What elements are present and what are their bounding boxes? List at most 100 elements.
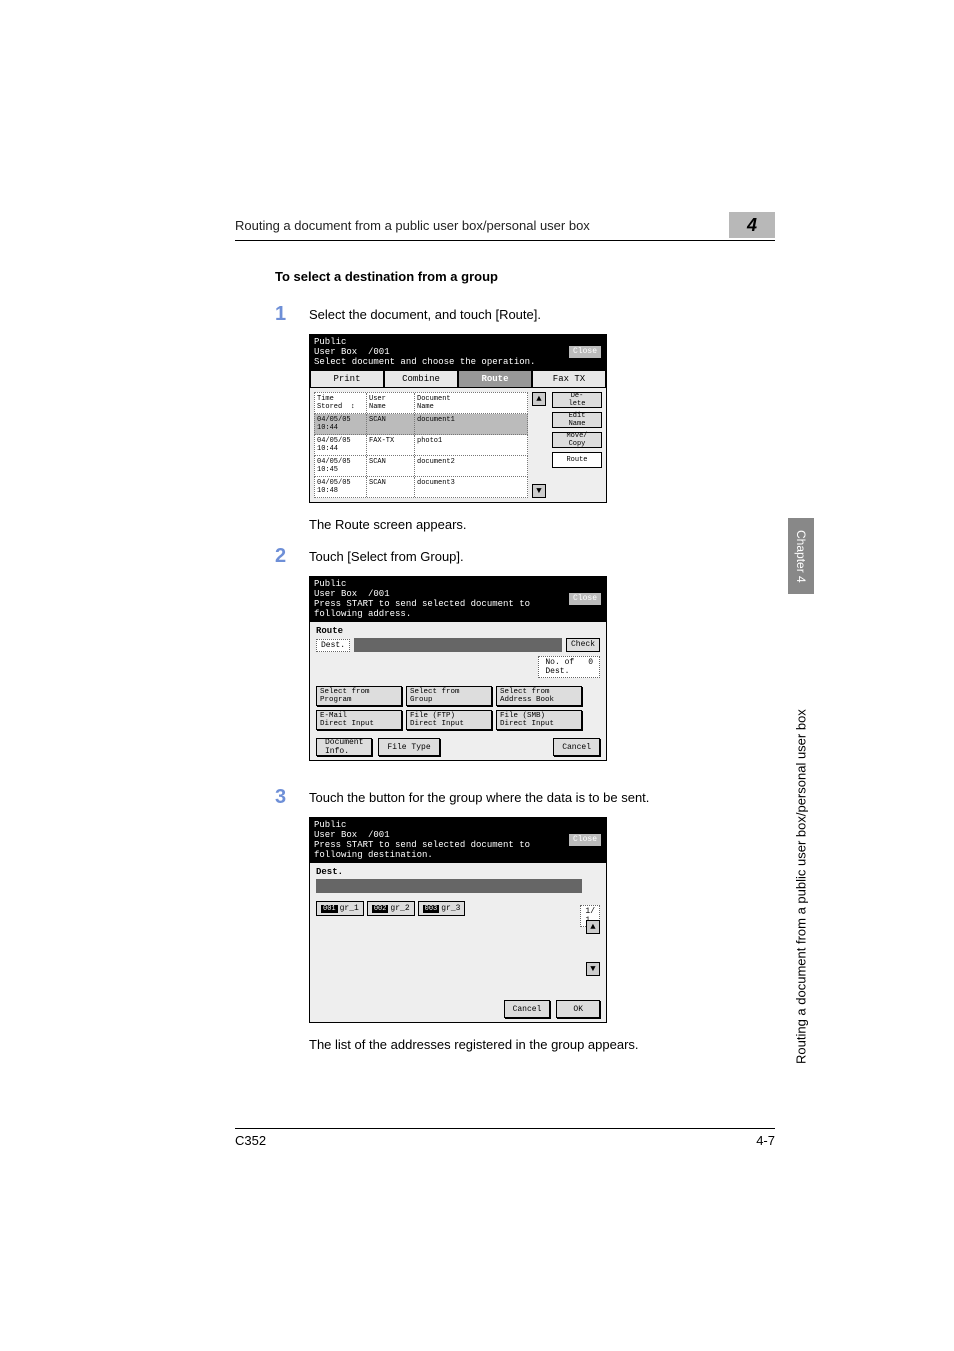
cell-doc: document1 (415, 414, 527, 434)
cell-user: SCAN (367, 414, 415, 434)
step-text: Touch [Select from Group]. (309, 546, 464, 566)
cancel-button[interactable]: Cancel (504, 1000, 551, 1018)
page-footer: C352 4-7 (235, 1128, 775, 1148)
dest-label: Dest. (316, 639, 350, 652)
screenshot-2: Public User Box /001 Press START to send… (309, 576, 607, 761)
screen2-titlebar: Public User Box /001 Press START to send… (310, 577, 606, 622)
screen2-body: Route Dest. Check No. of Dest. 0 Select … (310, 622, 606, 760)
step-1: 1 Select the document, and touch [Route]… (275, 304, 775, 324)
cell-user: FAX-TX (367, 435, 415, 455)
scroll-up-icon[interactable]: ▲ (532, 392, 546, 406)
col-user-name: User Name (367, 393, 415, 413)
cell-time: 04/05/05 10:44 (315, 414, 367, 434)
footer-page-number: 4-7 (756, 1133, 775, 1148)
screen1-subtitle: Select document and choose the operation… (314, 357, 535, 367)
delete-button[interactable]: De- lete (552, 392, 602, 408)
scroll-up-icon[interactable]: ▲ (586, 920, 600, 934)
select-from-group-button[interactable]: Select from Group (406, 686, 492, 706)
group-chip[interactable]: 003 gr_3 (418, 901, 466, 916)
screen2-title: Public User Box /001 (314, 579, 530, 599)
scrollbar[interactable]: ▲ ▼ (532, 392, 548, 498)
page-header: Routing a document from a public user bo… (235, 212, 775, 241)
close-button[interactable]: Close (568, 592, 602, 606)
step-number: 1 (275, 304, 309, 324)
screen2-subtitle: Press START to send selected document to… (314, 599, 530, 619)
cell-user: SCAN (367, 456, 415, 476)
ftp-direct-input-button[interactable]: File (FTP) Direct Input (406, 710, 492, 730)
table-row[interactable]: 04/05/05 10:44 SCAN document1 (314, 414, 528, 435)
group-label: gr_3 (441, 904, 460, 913)
select-from-address-book-button[interactable]: Select from Address Book (496, 686, 582, 706)
table-row[interactable]: 04/05/05 10:48 SCAN document3 (314, 477, 528, 498)
route-button[interactable]: Route (552, 452, 602, 468)
step-text: Select the document, and touch [Route]. (309, 304, 541, 324)
section-title: To select a destination from a group (275, 269, 775, 284)
ok-button[interactable]: OK (556, 1000, 600, 1018)
table-header: Time Stored ↕ User Name Document Name (314, 392, 528, 414)
select-from-program-button[interactable]: Select from Program (316, 686, 402, 706)
side-section-label: Routing a document from a public user bo… (788, 600, 814, 1070)
group-chip[interactable]: 002 gr_2 (367, 901, 415, 916)
table-row[interactable]: 04/05/05 10:45 SCAN document2 (314, 456, 528, 477)
step-2: 2 Touch [Select from Group]. (275, 546, 775, 566)
cell-user: SCAN (367, 477, 415, 497)
scroll-down-icon[interactable]: ▼ (532, 484, 546, 498)
screen1-title: Public User Box /001 (314, 337, 535, 357)
scroll-down-icon[interactable]: ▼ (586, 962, 600, 976)
cancel-button[interactable]: Cancel (553, 738, 600, 756)
num-dest-box: No. of Dest. 0 (538, 656, 600, 678)
cell-doc: document2 (415, 456, 527, 476)
screen1-body: Time Stored ↕ User Name Document Name 04… (310, 388, 606, 502)
footer-model: C352 (235, 1133, 266, 1148)
dest-label: Dest. (316, 867, 600, 877)
step-number: 3 (275, 787, 309, 807)
cell-time: 04/05/05 10:44 (315, 435, 367, 455)
group-num: 001 (321, 905, 338, 913)
dest-field (354, 638, 562, 652)
step1-result: The Route screen appears. (309, 517, 775, 532)
cell-doc: photo1 (415, 435, 527, 455)
tab-print[interactable]: Print (310, 370, 384, 388)
group-label: gr_2 (390, 904, 409, 913)
step-3: 3 Touch the button for the group where t… (275, 787, 775, 807)
tab-route[interactable]: Route (458, 370, 532, 388)
screen3-subtitle: Press START to send selected document to… (314, 840, 530, 860)
group-chip[interactable]: 001 gr_1 (316, 901, 364, 916)
num-dest-value: 0 (588, 658, 593, 676)
col-doc-name: Document Name (415, 393, 527, 413)
screenshot-1: Public User Box /001 Select document and… (309, 334, 607, 503)
close-button[interactable]: Close (568, 345, 602, 359)
group-label: gr_1 (340, 904, 359, 913)
group-num: 003 (423, 905, 440, 913)
step-number: 2 (275, 546, 309, 566)
screenshot-3: Public User Box /001 Press START to send… (309, 817, 607, 1023)
move-copy-button[interactable]: Move/ Copy (552, 432, 602, 448)
email-direct-input-button[interactable]: E-Mail Direct Input (316, 710, 402, 730)
step3-result: The list of the addresses registered in … (309, 1037, 775, 1052)
close-button[interactable]: Close (568, 833, 602, 847)
document-info-button[interactable]: Document Info. (316, 738, 372, 756)
group-num: 002 (372, 905, 389, 913)
screen3-body: Dest. 1/ 1 001 gr_1 002 gr_2 003 gr_3 (310, 863, 606, 1022)
tab-combine[interactable]: Combine (384, 370, 458, 388)
step-text: Touch the button for the group where the… (309, 787, 649, 807)
cell-time: 04/05/05 10:45 (315, 456, 367, 476)
header-title: Routing a document from a public user bo… (235, 218, 590, 233)
screen3-titlebar: Public User Box /001 Press START to send… (310, 818, 606, 863)
check-button[interactable]: Check (566, 638, 600, 652)
file-type-button[interactable]: File Type (378, 738, 439, 756)
chapter-tab: Chapter 4 (788, 518, 814, 594)
route-label: Route (316, 626, 600, 636)
dest-field (316, 879, 582, 893)
edit-name-button[interactable]: Edit Name (552, 412, 602, 428)
table-row[interactable]: 04/05/05 10:44 FAX-TX photo1 (314, 435, 528, 456)
cell-time: 04/05/05 10:48 (315, 477, 367, 497)
chapter-number-badge: 4 (729, 212, 775, 238)
col-time-stored[interactable]: Time Stored ↕ (315, 393, 367, 413)
screen1-titlebar: Public User Box /001 Select document and… (310, 335, 606, 370)
screen3-title: Public User Box /001 (314, 820, 530, 840)
smb-direct-input-button[interactable]: File (SMB) Direct Input (496, 710, 582, 730)
num-dest-label: No. of Dest. (545, 658, 574, 676)
tab-faxtx[interactable]: Fax TX (532, 370, 606, 388)
cell-doc: document3 (415, 477, 527, 497)
